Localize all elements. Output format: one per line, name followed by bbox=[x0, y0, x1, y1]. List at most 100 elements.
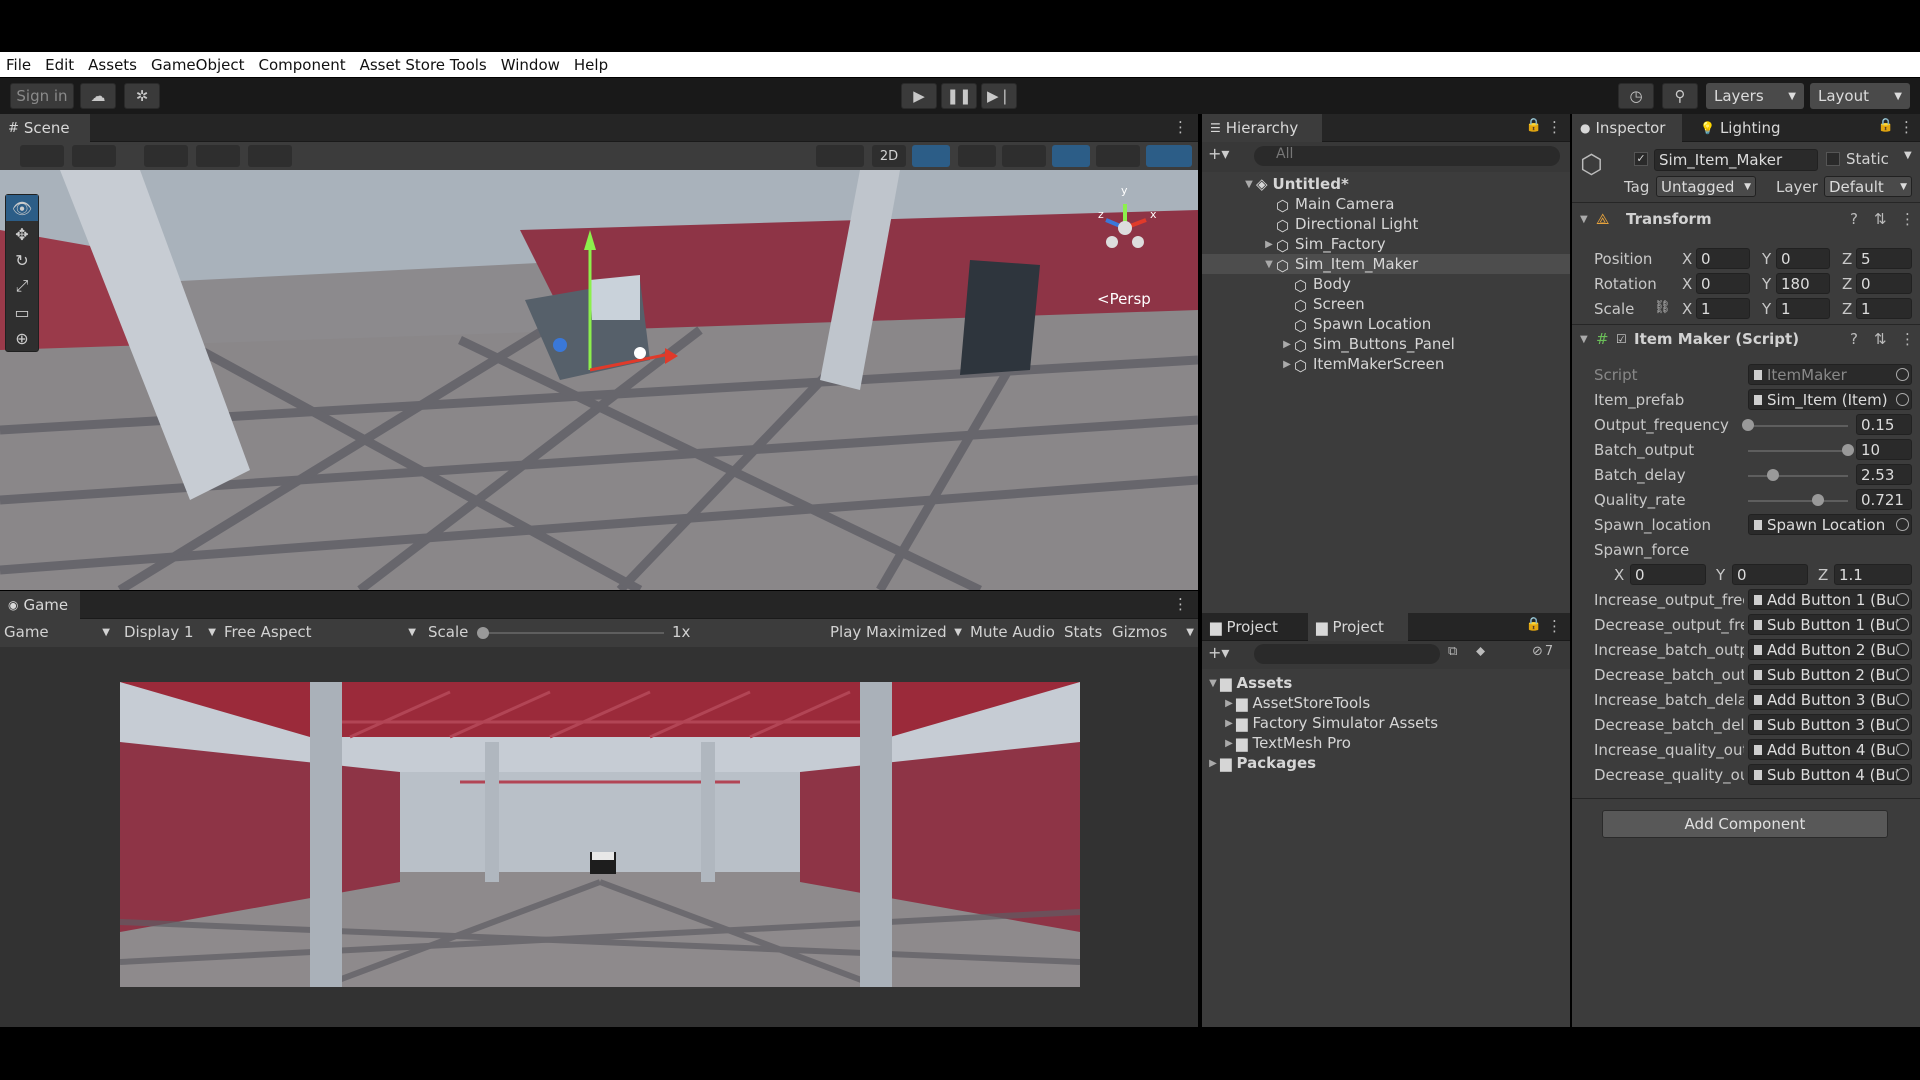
spawn-location-field[interactable]: Spawn Location bbox=[1748, 514, 1912, 535]
lighting-toggle-icon[interactable] bbox=[912, 145, 950, 167]
preset-icon[interactable]: ⇅ bbox=[1874, 210, 1887, 228]
menu-assets[interactable]: Assets bbox=[88, 56, 137, 74]
increase-batch-output-field[interactable]: Add Button 2 (But bbox=[1748, 639, 1912, 660]
effects-icon[interactable] bbox=[1002, 145, 1046, 167]
kebab-menu-icon[interactable]: ⋮ bbox=[1900, 330, 1915, 348]
scale-y-field[interactable]: 1 bbox=[1776, 298, 1830, 319]
scene-viewport[interactable]: 👁 ✥ ↻ ⤢ ▭ ⊕ y z x <Persp bbox=[0, 170, 1198, 590]
folder-packages[interactable]: ▶ ▆ Packages bbox=[1206, 753, 1316, 773]
rotate-tool-icon[interactable]: ↻ bbox=[6, 247, 38, 273]
lock-icon[interactable]: 🔒 bbox=[1526, 118, 1542, 133]
game-viewport[interactable] bbox=[0, 647, 1198, 1027]
tab-hierarchy[interactable]: ☰ Hierarchy bbox=[1202, 114, 1322, 142]
hierarchy-item-sim-item-maker[interactable]: ▼ ⬡ Sim_Item_Maker bbox=[1262, 254, 1418, 275]
play-mode-dropdown[interactable]: Play Maximized ▼ bbox=[830, 623, 962, 641]
hierarchy-item-itemmakerscreen[interactable]: ▶ ⬡ ItemMakerScreen bbox=[1280, 354, 1444, 375]
create-asset-button[interactable]: +▾ bbox=[1208, 643, 1229, 662]
object-picker-icon[interactable] bbox=[1896, 643, 1909, 656]
object-picker-icon[interactable] bbox=[1896, 618, 1909, 631]
gizmos-dropdown[interactable]: Gizmos ▼ bbox=[1112, 623, 1194, 641]
history-icon[interactable]: ◷ bbox=[1618, 83, 1654, 109]
increment-snap-icon[interactable] bbox=[248, 145, 292, 167]
object-picker-icon[interactable] bbox=[1896, 718, 1909, 731]
aspect-dropdown[interactable]: Free Aspect ▼ bbox=[224, 623, 416, 641]
lock-icon[interactable]: 🔒 bbox=[1526, 617, 1542, 632]
item-prefab-field[interactable]: Sim_Item (Item) bbox=[1748, 389, 1912, 410]
object-name-field[interactable]: Sim_Item_Maker bbox=[1654, 149, 1818, 171]
layout-dropdown[interactable]: Layout ▼ bbox=[1810, 83, 1910, 109]
snap-icon[interactable] bbox=[144, 145, 188, 167]
tab-lighting[interactable]: 💡 Lighting bbox=[1692, 114, 1792, 142]
quality-rate-knob[interactable] bbox=[1812, 494, 1824, 506]
increase-batch-delay-field[interactable]: Add Button 3 (But bbox=[1748, 689, 1912, 710]
kebab-menu-icon[interactable]: ⋮ bbox=[1173, 595, 1188, 613]
menu-help[interactable]: Help bbox=[574, 56, 608, 74]
kebab-menu-icon[interactable]: ⋮ bbox=[1899, 118, 1914, 136]
item-maker-header[interactable]: ▼ # ☑ Item Maker (Script) bbox=[1580, 328, 1916, 350]
object-picker-icon[interactable] bbox=[1896, 518, 1909, 531]
rotation-z-field[interactable]: 0 bbox=[1856, 273, 1912, 294]
batch-output-knob[interactable] bbox=[1842, 444, 1854, 456]
shading-icon[interactable] bbox=[816, 145, 864, 167]
hierarchy-item-sim-buttons-panel[interactable]: ▶ ⬡ Sim_Buttons_Panel bbox=[1280, 334, 1455, 355]
tab-inspector[interactable]: ● Inspector bbox=[1572, 114, 1682, 142]
link-icon[interactable]: ⛓ bbox=[1654, 300, 1671, 315]
spawn-force-z-field[interactable]: 1.1 bbox=[1834, 564, 1912, 585]
hidden-objects-icon[interactable] bbox=[1052, 145, 1090, 167]
output-frequency-knob[interactable] bbox=[1742, 419, 1754, 431]
tab-project-1[interactable]: ▆ Project bbox=[1202, 613, 1302, 641]
increase-quality-output-field[interactable]: Add Button 4 (But bbox=[1748, 739, 1912, 760]
batch-output-field[interactable]: 10 bbox=[1856, 439, 1912, 460]
grid-snap-icon[interactable] bbox=[196, 145, 240, 167]
folder-textmesh-pro[interactable]: ▶ ▆ TextMesh Pro bbox=[1222, 733, 1351, 753]
display-dropdown[interactable]: Display 1 ▼ bbox=[124, 623, 216, 641]
layer-dropdown[interactable]: Default ▼ bbox=[1824, 176, 1912, 197]
position-y-field[interactable]: 0 bbox=[1776, 248, 1830, 269]
output-frequency-slider[interactable] bbox=[1748, 425, 1848, 427]
decrease-batch-delay-field[interactable]: Sub Button 3 (But bbox=[1748, 714, 1912, 735]
add-object-button[interactable]: +▾ bbox=[1208, 144, 1229, 163]
menu-component[interactable]: Component bbox=[259, 56, 346, 74]
scale-slider-knob[interactable] bbox=[477, 627, 489, 639]
transform-tool-icon[interactable]: ⊕ bbox=[6, 325, 38, 351]
object-picker-icon[interactable] bbox=[1896, 668, 1909, 681]
move-tool-icon[interactable]: ✥ bbox=[6, 221, 38, 247]
object-picker-icon[interactable] bbox=[1896, 768, 1909, 781]
hierarchy-item-main-camera[interactable]: ⬡ Main Camera bbox=[1276, 194, 1394, 215]
batch-delay-field[interactable]: 2.53 bbox=[1856, 464, 1912, 485]
hierarchy-item-sim-factory[interactable]: ▶ ⬡ Sim_Factory bbox=[1262, 234, 1385, 255]
object-picker-icon[interactable] bbox=[1896, 743, 1909, 756]
decrease-quality-output-field[interactable]: Sub Button 4 (But bbox=[1748, 764, 1912, 785]
mute-audio-button[interactable]: Mute Audio bbox=[970, 623, 1055, 641]
sign-in-button[interactable]: Sign in bbox=[10, 83, 74, 109]
cloud-icon[interactable]: ☁ bbox=[80, 83, 116, 109]
filter-type-icon[interactable]: ⧉ bbox=[1448, 644, 1457, 659]
hierarchy-search-input[interactable]: All bbox=[1254, 146, 1560, 166]
quality-rate-field[interactable]: 0.721 bbox=[1856, 489, 1912, 510]
batch-output-slider[interactable] bbox=[1748, 450, 1848, 452]
hierarchy-item-body[interactable]: ⬡ Body bbox=[1294, 274, 1351, 295]
position-z-field[interactable]: 5 bbox=[1856, 248, 1912, 269]
kebab-menu-icon[interactable]: ⋮ bbox=[1547, 118, 1562, 136]
kebab-menu-icon[interactable]: ⋮ bbox=[1173, 118, 1188, 136]
search-icon[interactable]: ⚲ bbox=[1662, 83, 1698, 109]
static-checkbox[interactable] bbox=[1826, 152, 1840, 166]
scale-x-field[interactable]: 1 bbox=[1696, 298, 1750, 319]
folder-assets[interactable]: ▼ ▆ Assets bbox=[1206, 673, 1292, 693]
stats-button[interactable]: Stats bbox=[1064, 623, 1102, 641]
menu-edit[interactable]: Edit bbox=[45, 56, 74, 74]
step-button[interactable]: ▶❘ bbox=[981, 83, 1017, 109]
persp-label[interactable]: <Persp bbox=[1097, 290, 1151, 308]
chevron-down-icon[interactable]: ▼ bbox=[1904, 150, 1912, 161]
tag-dropdown[interactable]: Untagged ▼ bbox=[1656, 176, 1756, 197]
component-enabled-checkbox[interactable]: ☑ bbox=[1616, 332, 1634, 346]
kebab-menu-icon[interactable]: ⋮ bbox=[1900, 210, 1915, 228]
draw-mode-dropdown[interactable] bbox=[20, 145, 64, 167]
object-picker-icon[interactable] bbox=[1896, 693, 1909, 706]
help-icon[interactable]: ? bbox=[1850, 330, 1858, 348]
globe-icon[interactable] bbox=[72, 145, 116, 167]
object-picker-icon[interactable] bbox=[1896, 593, 1909, 606]
pause-button[interactable]: ❚❚ bbox=[941, 83, 977, 109]
layers-dropdown[interactable]: Layers ▼ bbox=[1706, 83, 1804, 109]
decrease-output-freq-field[interactable]: Sub Button 1 (But bbox=[1748, 614, 1912, 635]
